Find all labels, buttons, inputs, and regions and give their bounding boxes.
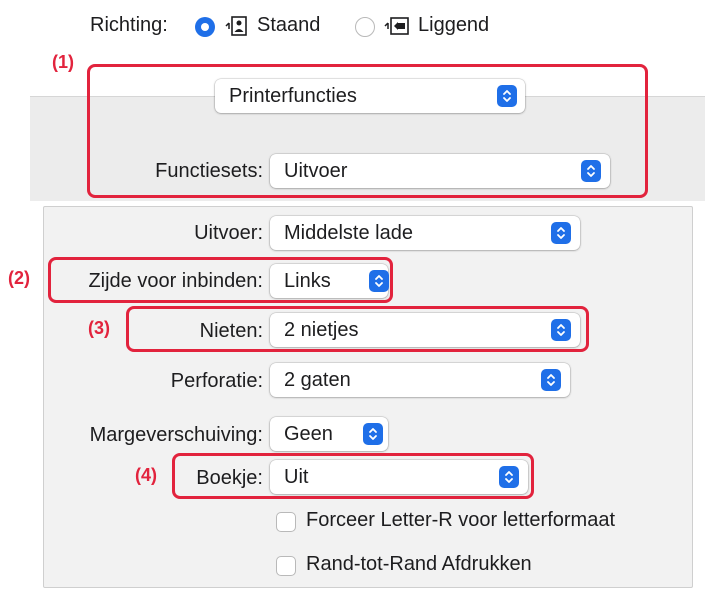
margin-shift-value: Geen xyxy=(284,423,333,445)
radio-landscape-label[interactable]: Liggend xyxy=(418,14,489,37)
punch-label: Perforatie: xyxy=(170,370,263,392)
staple-label: Nieten: xyxy=(199,320,263,342)
output-popup[interactable]: Middelste lade xyxy=(270,216,580,250)
booklet-label: Boekje: xyxy=(196,467,263,489)
chevron-updown-icon xyxy=(499,466,519,488)
force-letter-r-label[interactable]: Forceer Letter-R voor letterformaat xyxy=(306,509,615,532)
callout-1: (1) xyxy=(52,52,74,72)
feature-sets-value: Uitvoer xyxy=(284,160,348,182)
output-label: Uitvoer: xyxy=(194,222,263,244)
staple-value: 2 nietjes xyxy=(284,319,359,341)
chevron-updown-icon xyxy=(581,160,601,182)
feature-sets-popup[interactable]: Uitvoer xyxy=(270,154,610,188)
punch-value: 2 gaten xyxy=(284,369,351,391)
punch-popup[interactable]: 2 gaten xyxy=(270,363,570,397)
chevron-updown-icon xyxy=(551,222,571,244)
edge-to-edge-label[interactable]: Rand-tot-Rand Afdrukken xyxy=(306,553,532,576)
orientation-label: Richting: xyxy=(90,14,168,36)
margin-shift-popup[interactable]: Geen xyxy=(270,417,388,451)
booklet-value: Uit xyxy=(284,466,309,488)
binding-edge-value: Links xyxy=(284,270,331,292)
chevron-updown-icon xyxy=(497,85,517,107)
callout-3: (3) xyxy=(88,318,110,338)
portrait-orientation-icon xyxy=(225,16,247,36)
landscape-orientation-icon xyxy=(384,17,409,35)
binding-edge-label: Zijde voor inbinden: xyxy=(88,270,263,292)
feature-sets-label: Functiesets: xyxy=(155,160,263,182)
staple-popup[interactable]: 2 nietjes xyxy=(270,313,580,347)
edge-to-edge-checkbox[interactable] xyxy=(276,556,296,576)
binding-edge-popup[interactable]: Links xyxy=(270,264,389,298)
chevron-updown-icon xyxy=(541,369,561,391)
chevron-updown-icon xyxy=(363,423,383,445)
radio-portrait[interactable] xyxy=(195,17,215,37)
radio-portrait-label[interactable]: Staand xyxy=(257,14,320,37)
callout-2: (2) xyxy=(8,268,30,288)
radio-landscape[interactable] xyxy=(355,17,375,37)
chevron-updown-icon xyxy=(551,319,571,341)
section-popup-value: Printerfuncties xyxy=(229,85,357,107)
force-letter-r-checkbox[interactable] xyxy=(276,512,296,532)
output-value: Middelste lade xyxy=(284,222,413,244)
section-popup[interactable]: Printerfuncties xyxy=(215,79,525,113)
margin-shift-label: Margeverschuiving: xyxy=(89,424,263,446)
callout-4: (4) xyxy=(135,465,157,485)
booklet-popup[interactable]: Uit xyxy=(270,460,528,494)
chevron-updown-icon xyxy=(369,270,389,292)
